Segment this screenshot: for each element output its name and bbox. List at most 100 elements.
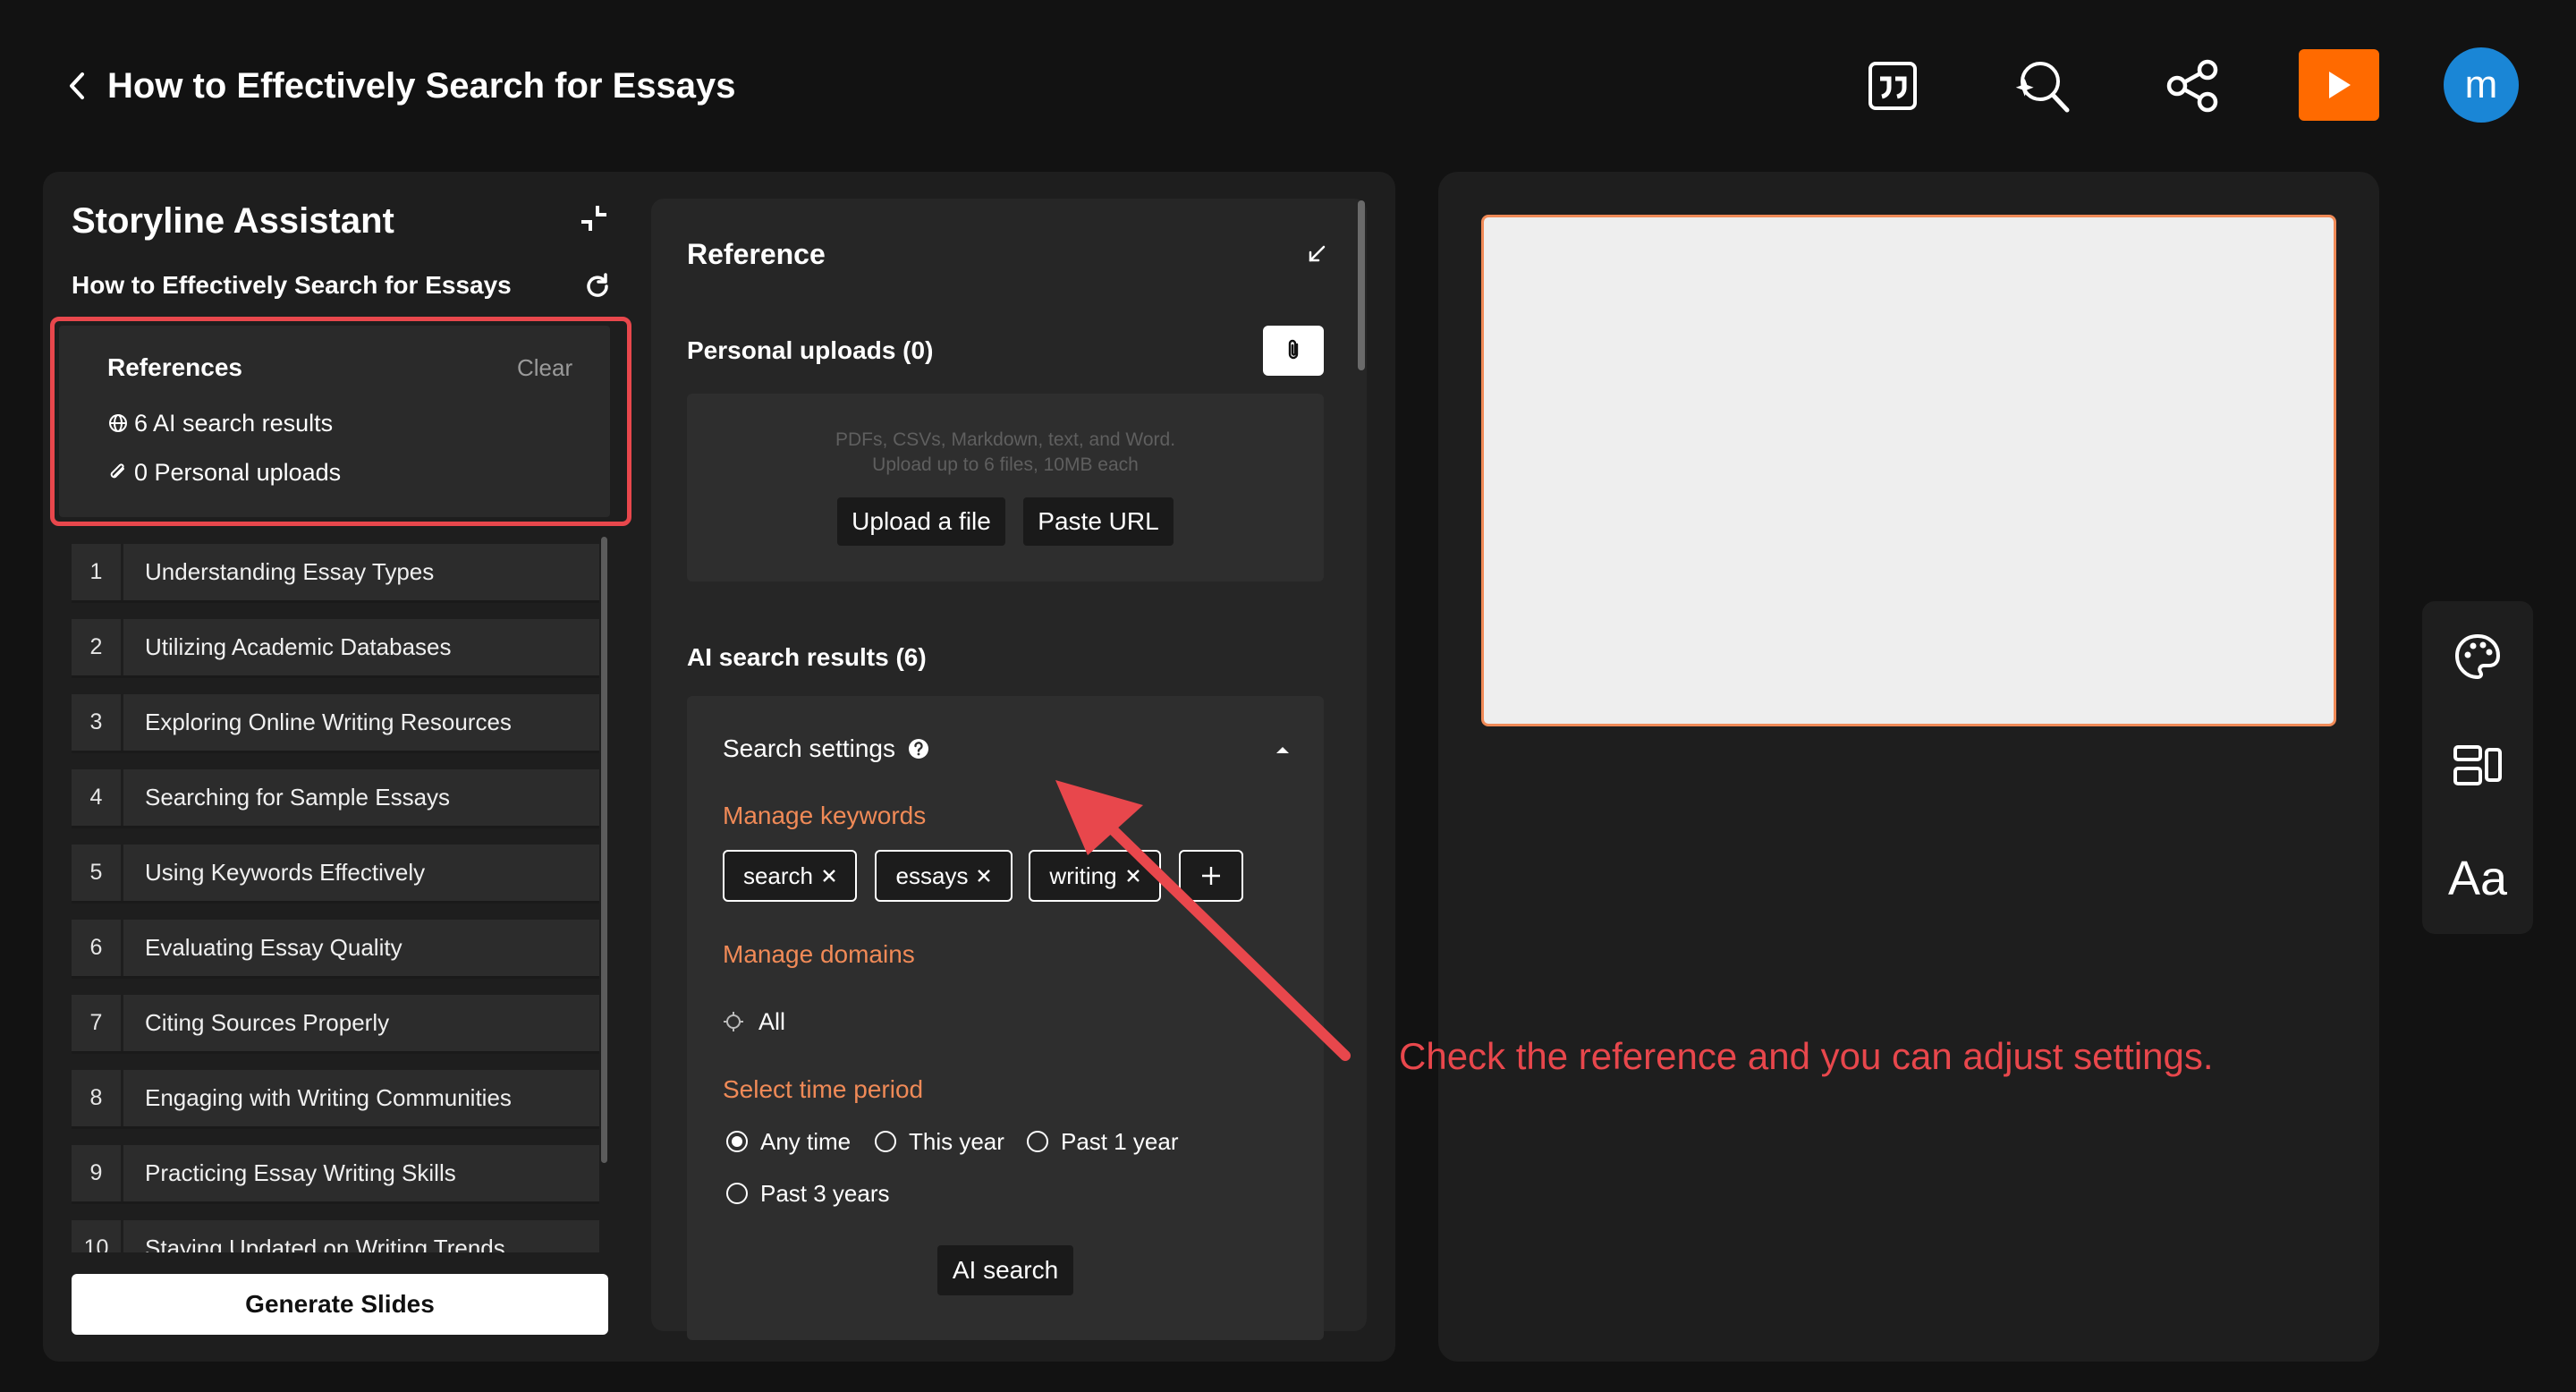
collapse-settings-button[interactable] [1272,739,1293,760]
help-icon[interactable] [908,738,929,760]
collapse-button[interactable] [572,197,615,240]
radio-this-year[interactable]: This year [875,1125,1004,1158]
radio-past-1-year[interactable]: Past 1 year [1027,1125,1179,1158]
radio-label: Any time [760,1128,852,1155]
reference-scrollbar[interactable] [1358,200,1365,370]
outline-label: Searching for Sample Essays [145,784,451,811]
outline-label: Using Keywords Effectively [145,859,426,886]
outline-item[interactable]: 5 Using Keywords Effectively [72,845,599,904]
select-time-period-label: Select time period [723,1075,924,1103]
storyline-subtitle: How to Effectively Search for Essays [72,271,512,299]
caret-up-icon [1276,747,1289,753]
keyword-text: writing [1049,862,1117,889]
outline-number: 8 [72,1070,123,1126]
outline-number: 10 [72,1220,123,1252]
avatar[interactable]: m [2444,47,2519,123]
outline-label: Staying Updated on Writing Trends [145,1235,505,1252]
keyword-chip-search[interactable]: search [723,850,857,902]
radio-circle [726,1131,748,1152]
outline-item[interactable]: 3 Exploring Online Writing Resources [72,694,599,753]
manage-keywords-label: Manage keywords [723,802,927,829]
outline-number: 4 [72,769,123,826]
outline-label: Engaging with Writing Communities [145,1084,512,1111]
refresh-button[interactable] [578,267,617,306]
ai-search-button[interactable] [2002,45,2084,127]
palette-icon [2454,633,2501,680]
close-icon[interactable] [977,869,991,883]
annotation-text: Check the reference and you can adjust s… [1399,1035,2214,1077]
share-icon [2166,59,2218,113]
citation-button[interactable] [1852,45,1934,127]
outline-scrollbar[interactable] [601,537,607,1163]
keyword-chip-writing[interactable]: writing [1029,850,1161,902]
ai-results-label: 6 AI search results [134,410,334,437]
keyword-chip-essays[interactable]: essays [875,850,1013,902]
ai-search-button[interactable]: AI search [937,1245,1073,1295]
outline-item[interactable]: 4 Searching for Sample Essays [72,769,599,828]
attach-file-button[interactable] [1263,326,1324,376]
close-icon[interactable] [1126,869,1140,883]
outline-number: 2 [72,619,123,675]
paperclip-icon [110,463,124,479]
close-icon[interactable] [822,869,836,883]
radio-circle [875,1131,896,1152]
outline-item[interactable]: 2 Utilizing Academic Databases [72,619,599,678]
back-button[interactable] [59,64,95,107]
share-button[interactable] [2152,45,2234,127]
outline-label: Evaluating Essay Quality [145,934,402,961]
layout-button[interactable] [2442,730,2513,802]
radio-circle [726,1183,748,1204]
outline-item[interactable]: 6 Evaluating Essay Quality [72,920,599,979]
outline-number: 3 [72,694,123,751]
reference-title: Reference [687,238,826,270]
outline-label: Exploring Online Writing Resources [145,709,512,735]
play-icon [2329,72,2351,98]
domain-all-label: All [758,1008,786,1035]
domain-all-option[interactable]: All [723,1006,785,1038]
quote-icon [1868,62,1917,110]
paperclip-icon [1288,339,1299,360]
outline-label: Practicing Essay Writing Skills [145,1159,456,1186]
outline-number: 5 [72,845,123,901]
outline-number: 1 [72,544,123,600]
storyline-title: Storyline Assistant [72,201,394,241]
personal-uploads-count: 0 Personal uploads [107,455,341,489]
outline-item[interactable]: 7 Citing Sources Properly [72,995,599,1054]
theme-button[interactable] [2442,621,2513,692]
search-settings-toggle[interactable]: Search settings [723,732,929,766]
paste-url-button[interactable]: Paste URL [1023,497,1174,546]
outline-item[interactable]: 8 Engaging with Writing Communities [72,1070,599,1129]
page-title: How to Effectively Search for Essays [107,66,736,106]
radio-past-3-years[interactable]: Past 3 years [726,1177,890,1210]
arrow-down-left-icon [1309,245,1326,262]
add-keyword-button[interactable] [1179,850,1243,902]
outline-number: 6 [72,920,123,976]
outline-item[interactable]: 9 Practicing Essay Writing Skills [72,1145,599,1204]
ai-search-icon [2015,62,2070,113]
radio-label: This year [909,1128,1004,1155]
font-button[interactable]: Aa [2442,843,2513,914]
upload-file-button[interactable]: Upload a file [837,497,1005,546]
keyword-text: essays [895,862,969,889]
personal-uploads-label: 0 Personal uploads [134,459,342,486]
upload-limit-hint: Upload up to 6 files, 10MB each [872,454,1139,475]
outline-number: 7 [72,995,123,1051]
ai-results-count: 6 AI search results [107,406,333,440]
search-settings-title: Search settings [723,734,895,762]
outline-item[interactable]: 10 Staying Updated on Writing Trends [72,1220,599,1252]
globe-icon [109,414,127,432]
radio-any-time[interactable]: Any time [726,1125,851,1158]
chevron-left-icon [70,72,84,99]
slide-preview[interactable] [1481,215,2336,726]
radio-label: Past 3 years [760,1180,890,1207]
collapse-icon [581,206,606,231]
references-title: References [107,353,242,381]
ai-results-title: AI search results (6) [687,643,927,671]
generate-slides-button[interactable]: Generate Slides [72,1274,608,1335]
minimize-reference-button[interactable] [1301,238,1333,270]
outline-item[interactable]: 1 Understanding Essay Types [72,544,599,603]
clear-references-button[interactable]: Clear [517,351,572,385]
present-button[interactable] [2299,49,2379,121]
radio-circle [1027,1131,1048,1152]
upload-dropzone[interactable] [687,394,1324,581]
